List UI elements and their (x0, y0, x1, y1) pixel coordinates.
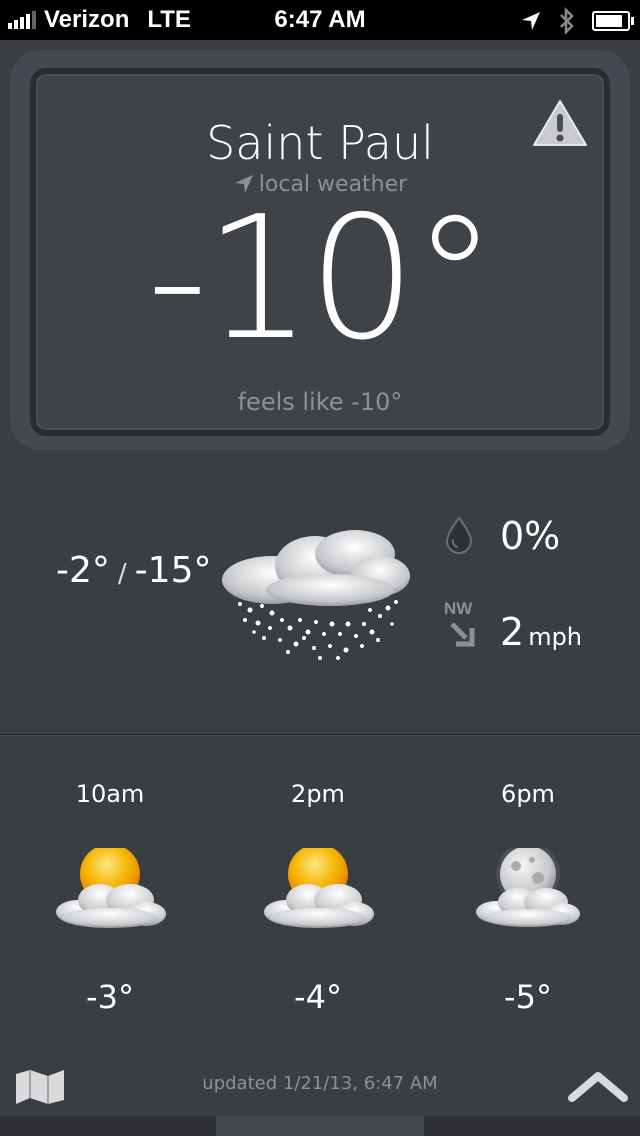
forecast-temp: -3° (86, 978, 134, 1016)
precipitation-chance: 0% (500, 514, 561, 558)
bluetooth-icon (560, 7, 574, 35)
current-conditions-card: Saint Paul local weather -10° feels like… (30, 68, 610, 436)
wind-direction-label: NW (444, 599, 473, 618)
partly-cloudy-sun-icon (264, 848, 374, 928)
high-temp: -2° (56, 550, 110, 591)
forecast-item: 10am -3° (30, 780, 190, 1016)
snow-cloud-icon (222, 530, 410, 660)
city-name: Saint Paul (206, 116, 434, 170)
high-low-temps: -2° / -15° (56, 550, 211, 591)
status-right (520, 7, 634, 35)
wind-speed-unit: mph (528, 623, 583, 651)
wind-speed-value: 2 (500, 610, 525, 654)
last-updated: updated 1/21/13, 6:47 AM (202, 1073, 438, 1094)
status-bar: Verizon LTE 6:47 AM (0, 0, 640, 40)
pull-tab[interactable] (216, 1116, 424, 1136)
wind-direction-indicator: NW (444, 600, 480, 650)
current-temperature: -10° (146, 180, 498, 378)
wind-speed: 2 mph (500, 610, 582, 654)
forecast-temp: -5° (504, 978, 552, 1016)
forecast-temp: -4° (294, 978, 342, 1016)
expand-up-button[interactable] (568, 1068, 628, 1104)
warning-icon[interactable] (532, 98, 588, 148)
partly-cloudy-sun-icon (56, 848, 166, 928)
battery-icon (592, 11, 634, 31)
forecast-item: 2pm -4° (238, 780, 398, 1016)
location-arrow-icon (522, 12, 540, 30)
wind-arrow-icon (450, 622, 475, 647)
low-temp: -15° (134, 550, 212, 591)
raindrop-icon (445, 516, 473, 554)
section-divider (0, 734, 640, 735)
forecast-item: 6pm -5° (448, 780, 608, 1016)
chevron-up-icon (568, 1072, 628, 1102)
feels-like: feels like -10° (237, 388, 403, 416)
partly-cloudy-moon-icon (476, 848, 580, 927)
temp-separator: / (117, 559, 127, 589)
current-conditions-panel: Saint Paul local weather -10° feels like… (10, 50, 630, 450)
forecast-time: 6pm (501, 780, 555, 808)
forecast-time: 2pm (291, 780, 345, 808)
forecast-time: 10am (75, 780, 145, 808)
